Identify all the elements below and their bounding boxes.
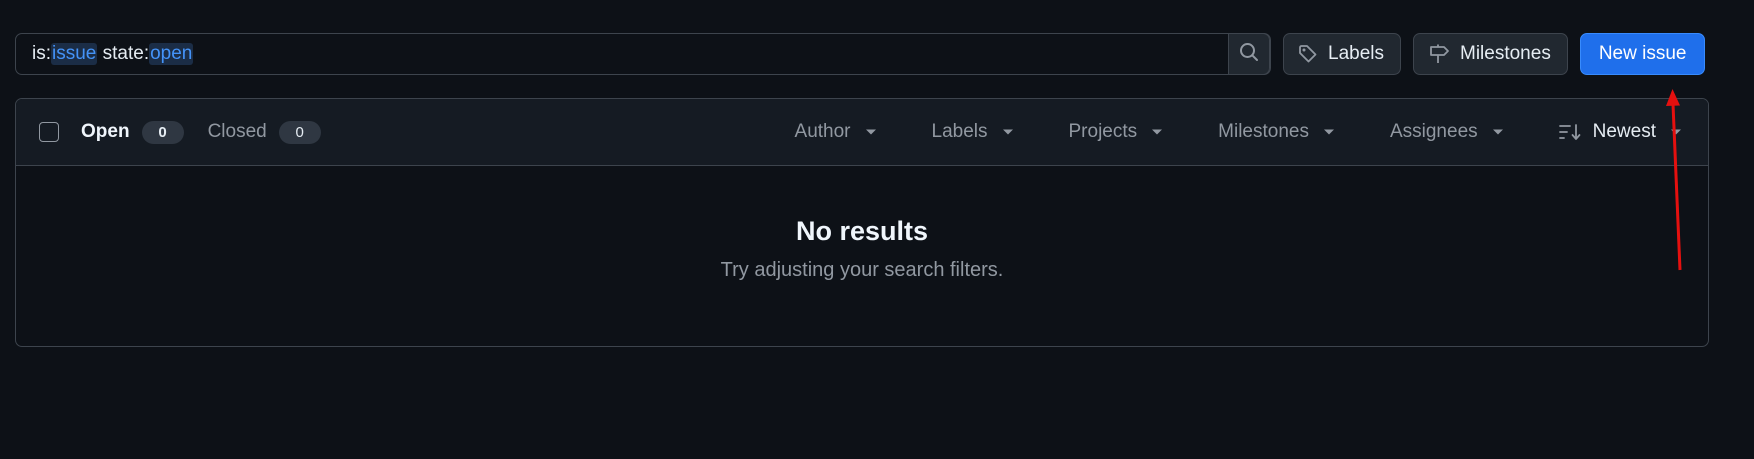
search-query[interactable]: is: issue state: open: [16, 34, 194, 74]
labels-filter-label: Labels: [931, 121, 988, 142]
milestones-button[interactable]: Milestones: [1413, 33, 1568, 75]
sort-dropdown[interactable]: Newest: [1558, 121, 1682, 143]
open-count-badge: 0: [141, 120, 184, 144]
tab-open[interactable]: Open 0: [81, 120, 184, 144]
search-icon: [1239, 42, 1259, 67]
projects-filter[interactable]: Projects: [1069, 121, 1164, 143]
filter-bar: Author Labels Projects Milestones Assign…: [795, 99, 1708, 165]
chevron-down-icon: [1492, 128, 1504, 136]
labels-filter[interactable]: Labels: [932, 121, 1014, 143]
query-token-highlighted: open: [149, 43, 194, 65]
query-token: state:: [97, 43, 150, 64]
tab-closed[interactable]: Closed 0: [207, 120, 321, 144]
state-tabs: Open 0 Closed 0: [81, 120, 321, 144]
chevron-down-icon: [1323, 128, 1335, 136]
labels-button-label: Labels: [1328, 43, 1384, 64]
closed-count-badge: 0: [278, 120, 321, 144]
milestone-icon: [1428, 44, 1450, 64]
issues-page: is: issue state: open Labels Milestones Ne…: [0, 0, 1754, 459]
author-filter-label: Author: [794, 121, 851, 142]
issues-toolbar: is: issue state: open Labels Milestones Ne…: [15, 33, 1706, 75]
assignees-filter[interactable]: Assignees: [1390, 121, 1504, 143]
tag-icon: [1298, 44, 1318, 64]
chevron-down-icon: [1002, 128, 1014, 136]
empty-state-title: No results: [795, 216, 929, 246]
select-all-checkbox[interactable]: [39, 122, 59, 142]
sort-desc-icon: [1558, 123, 1581, 141]
milestones-button-label: Milestones: [1460, 43, 1551, 64]
labels-button[interactable]: Labels: [1283, 33, 1401, 75]
tab-closed-label: Closed: [207, 120, 267, 142]
assignees-filter-label: Assignees: [1389, 121, 1478, 142]
empty-state: No results Try adjusting your search fil…: [16, 166, 1708, 282]
search-button[interactable]: [1228, 33, 1270, 75]
query-token-highlighted: issue: [51, 43, 98, 65]
milestones-filter[interactable]: Milestones: [1218, 121, 1335, 143]
new-issue-button-label: New issue: [1598, 43, 1687, 64]
issues-list-header: Open 0 Closed 0 Author Labels Projects M…: [16, 99, 1708, 166]
empty-state-subtitle: Try adjusting your search filters.: [720, 259, 1004, 281]
chevron-down-icon: [865, 128, 877, 136]
chevron-down-icon: [1151, 128, 1163, 136]
tab-open-label: Open: [81, 120, 130, 142]
milestones-filter-label: Milestones: [1218, 121, 1309, 142]
sort-dropdown-label: Newest: [1592, 121, 1656, 142]
new-issue-button[interactable]: New issue: [1579, 33, 1706, 75]
search-input[interactable]: is: issue state: open: [15, 33, 1271, 75]
projects-filter-label: Projects: [1068, 121, 1138, 142]
query-token: is:: [32, 43, 51, 64]
author-filter[interactable]: Author: [795, 121, 877, 143]
chevron-down-icon: [1670, 128, 1682, 136]
issues-list: Open 0 Closed 0 Author Labels Projects M…: [15, 98, 1709, 347]
